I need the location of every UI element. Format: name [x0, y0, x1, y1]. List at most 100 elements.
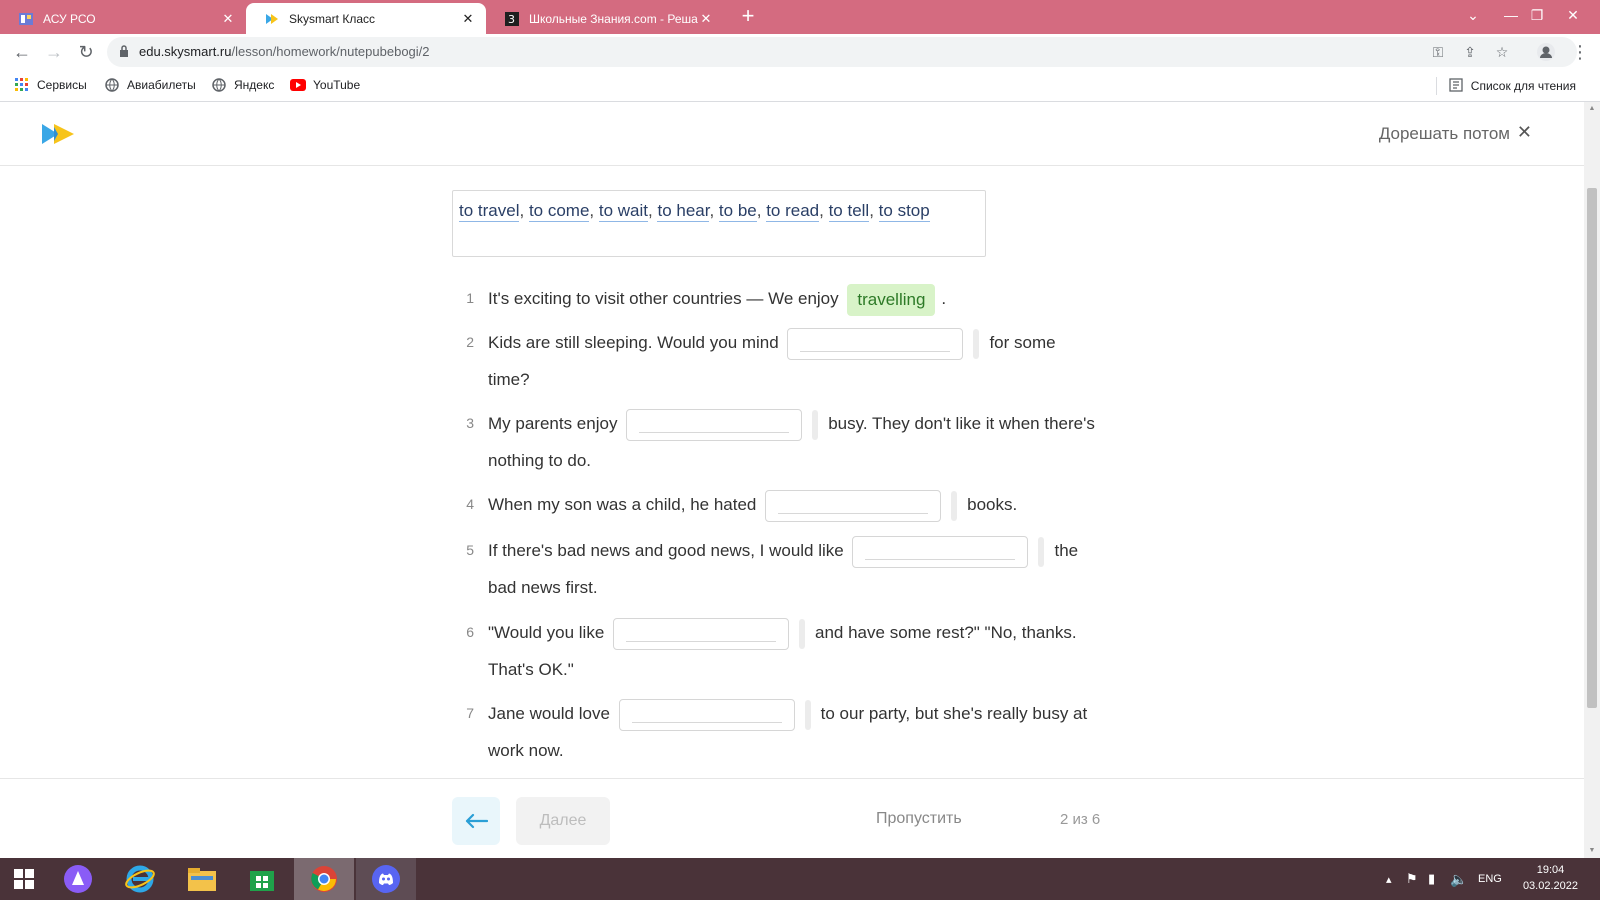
gap-handle: [804, 699, 811, 730]
window-close-icon[interactable]: ✕: [1550, 0, 1596, 30]
tab-title: Школьные Знания.com - Решае: [529, 11, 698, 26]
skip-button[interactable]: Пропустить: [876, 810, 962, 828]
language-indicator[interactable]: ENG: [1478, 858, 1502, 900]
close-lesson-icon[interactable]: ✕: [1517, 122, 1532, 143]
bookmark-star-icon[interactable]: ☆: [1491, 41, 1513, 63]
question-number: 3: [466, 415, 474, 431]
gap-handle: [951, 490, 958, 521]
globe-icon: [211, 77, 227, 93]
word-bank-item[interactable]: to come: [528, 201, 590, 222]
bookmark-label: Авиабилеты: [127, 78, 196, 92]
word-bank-item[interactable]: to hear: [657, 201, 710, 222]
gap-handle: [1038, 536, 1045, 567]
discord-taskbar-icon[interactable]: [356, 858, 416, 900]
back-arrow-icon[interactable]: ←: [8, 38, 36, 66]
clock-date: 03.02.2022: [1522, 880, 1578, 892]
word-bank-item[interactable]: to travel: [459, 201, 520, 222]
skysmart-favicon-icon: [264, 11, 280, 27]
skysmart-logo-icon: [42, 124, 74, 144]
globe-icon: [104, 77, 120, 93]
youtube-icon: [290, 77, 306, 93]
tray-expand-icon[interactable]: ▴: [1386, 858, 1392, 900]
lesson-header: Дорешать потом ✕: [0, 102, 1584, 166]
answer-gap-input[interactable]: [618, 698, 795, 731]
new-tab-plus-icon[interactable]: +: [736, 5, 760, 29]
bookmark-services[interactable]: Сервисы: [14, 77, 87, 93]
alice-assistant-icon[interactable]: [48, 858, 108, 900]
file-explorer-icon[interactable]: [172, 858, 232, 900]
scrollbar-thumb[interactable]: [1587, 188, 1597, 708]
windows-start-icon[interactable]: [0, 858, 48, 900]
tab-close-icon[interactable]: ✕: [220, 11, 236, 27]
menu-kebab-icon[interactable]: ⋮: [1566, 38, 1594, 66]
question-text: When my son was a child, he hated books.: [488, 486, 1017, 523]
question-number: 1: [466, 290, 474, 306]
question-text-continued: That's OK.": [488, 660, 574, 679]
filled-answer[interactable]: travelling: [847, 283, 936, 316]
question-text-continued: nothing to do.: [488, 451, 592, 470]
volume-icon[interactable]: 🔈: [1450, 858, 1467, 900]
network-flag-icon[interactable]: ⚑: [1406, 858, 1418, 900]
address-bar[interactable]: edu.skysmart.ru/lesson/homework/nutepube…: [107, 37, 1577, 67]
question-text: My parents enjoy busy. They don't like i…: [488, 405, 1095, 442]
page-scrollbar[interactable]: ▲ ▼: [1584, 102, 1600, 858]
bookmark-yandex[interactable]: Яндекс: [211, 77, 274, 93]
answer-gap-input[interactable]: [787, 327, 964, 360]
bookmark-aviabilety[interactable]: Авиабилеты: [104, 77, 196, 93]
word-bank-item[interactable]: to stop: [878, 201, 930, 222]
word-bank-list: to travel, to come, to wait, to hear, to…: [459, 201, 930, 222]
chrome-taskbar-icon[interactable]: [294, 858, 354, 900]
asu-favicon-icon: [18, 11, 34, 27]
word-bank-item[interactable]: to wait: [598, 201, 649, 222]
microsoft-store-icon[interactable]: [232, 858, 292, 900]
url-text: edu.skysmart.ru/lesson/homework/nutepube…: [139, 44, 430, 59]
page-content: Дорешать потом ✕ to travel, to come, to …: [0, 102, 1584, 858]
scroll-down-icon[interactable]: ▼: [1584, 844, 1600, 858]
system-clock[interactable]: 19:04 03.02.2022: [1523, 862, 1578, 894]
page-progress: 2 из 6: [1060, 811, 1101, 828]
reading-list[interactable]: Список для чтения: [1435, 77, 1576, 95]
question-text: If there's bad news and good news, I wou…: [488, 532, 1078, 569]
tab-znania[interactable]: 3 Школьные Знания.com - Решае ✕: [486, 3, 724, 34]
tab-close-icon[interactable]: ✕: [698, 11, 714, 27]
question-text: Kids are still sleeping. Would you mind …: [488, 324, 1056, 361]
tab-asu-rso[interactable]: АСУ РСО ✕: [0, 3, 246, 34]
answer-gap-input[interactable]: [765, 489, 942, 522]
tab-title: АСУ РСО: [43, 11, 96, 26]
answer-gap-input[interactable]: [613, 617, 790, 650]
scroll-up-icon[interactable]: ▲: [1584, 102, 1600, 116]
solve-later-link[interactable]: Дорешать потом: [1379, 124, 1510, 144]
bookmark-label: YouTube: [313, 78, 361, 92]
tab-title: Skysmart Класс: [289, 11, 376, 26]
svg-text:3: 3: [508, 13, 515, 26]
question-text-continued: work now.: [488, 741, 564, 760]
lock-icon: [120, 45, 128, 57]
forward-arrow-icon[interactable]: →: [40, 38, 68, 66]
tab-skysmart[interactable]: Skysmart Класс ✕: [246, 3, 486, 34]
word-bank-item[interactable]: to read: [766, 201, 820, 222]
reading-list-icon: [1449, 77, 1463, 95]
reading-list-label: Список для чтения: [1470, 79, 1576, 93]
reload-icon[interactable]: ↻: [72, 38, 100, 66]
bookmark-youtube[interactable]: YouTube: [290, 77, 360, 93]
next-button[interactable]: Далее: [516, 797, 610, 845]
answer-gap-input[interactable]: [626, 408, 803, 441]
signal-icon[interactable]: ▮: [1428, 858, 1435, 900]
arrow-left-icon: [465, 813, 488, 829]
bookmark-label: Яндекс: [234, 78, 275, 92]
browser-toolbar: ← → ↻ edu.skysmart.ru/lesson/homework/nu…: [0, 34, 1600, 70]
word-bank-item[interactable]: to be: [718, 201, 757, 222]
question-text: "Would you like and have some rest?" "No…: [488, 614, 1077, 651]
previous-button[interactable]: [452, 797, 500, 845]
question-number: 6: [466, 624, 474, 640]
word-bank-item[interactable]: to tell: [828, 201, 870, 222]
tab-close-icon[interactable]: ✕: [460, 11, 476, 27]
word-bank: to travel, to come, to wait, to hear, to…: [452, 190, 986, 257]
internet-explorer-icon[interactable]: [110, 858, 170, 900]
clock-time: 19:04: [1536, 864, 1565, 876]
key-icon[interactable]: ⚿: [1427, 41, 1449, 63]
answer-gap-input[interactable]: [852, 535, 1029, 568]
question-number: 2: [466, 334, 474, 350]
share-icon[interactable]: ⇪: [1459, 41, 1481, 63]
profile-avatar-icon[interactable]: [1532, 38, 1560, 66]
